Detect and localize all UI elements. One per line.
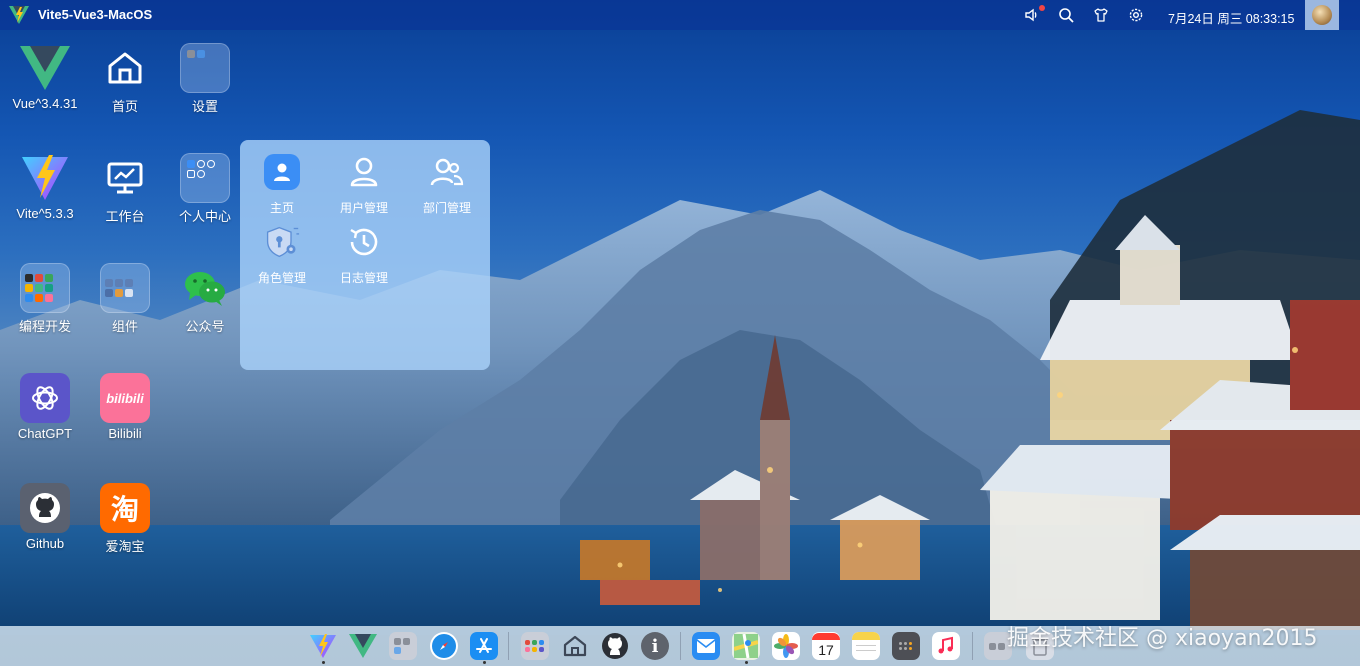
popup-item-log-management[interactable]: 日志管理 <box>323 212 405 285</box>
desktop-icon-label: Vite^5.3.3 <box>16 206 74 221</box>
desktop-icon-label: 编程开发 <box>18 319 71 334</box>
taobao-icon-text: 淘 <box>110 493 139 526</box>
dock-running-dot <box>483 661 486 664</box>
desktop-icon-label: 首页 <box>111 99 138 114</box>
dock-appstore-icon[interactable] <box>470 632 498 660</box>
history-clock-icon <box>346 224 382 260</box>
popup-item-role-management[interactable]: 角色管理 <box>241 212 323 285</box>
vite-logo-icon <box>20 153 70 203</box>
desktop-icon-profile-folder[interactable]: 个人中心 <box>165 143 245 243</box>
settings-gear-icon[interactable] <box>1128 7 1144 23</box>
folder-icon <box>100 263 150 313</box>
dock-maps-icon[interactable] <box>732 632 760 660</box>
watermark-text: 掘金技术社区 @ xiaoyan2015 <box>1007 626 1318 651</box>
top-menubar: Vite5-Vue3-MacOS 7月24日 周三 08:33:15 <box>0 0 1360 30</box>
popup-item-label: 部门管理 <box>422 201 471 215</box>
dock-safari-icon[interactable] <box>430 632 458 660</box>
desktop-icon-label: Github <box>25 536 65 551</box>
dock-running-dot <box>322 661 325 664</box>
user-home-icon <box>264 154 300 190</box>
chatgpt-icon <box>20 373 70 423</box>
dock-separator <box>680 632 681 660</box>
dock-calendar-day: 17 <box>818 641 834 658</box>
dock-separator <box>972 632 973 660</box>
desktop-icon-label: Bilibili <box>108 426 142 441</box>
popup-item-department-management[interactable]: 部门管理 <box>406 142 488 215</box>
user-icon <box>346 154 382 190</box>
volume-icon[interactable] <box>1024 7 1040 23</box>
desktop-icon-label: 组件 <box>111 319 138 334</box>
shield-role-icon <box>264 224 300 260</box>
bilibili-icon: bilibili <box>100 373 150 423</box>
folder-icon <box>20 263 70 313</box>
app-title: Vite5-Vue3-MacOS <box>38 7 153 22</box>
desktop-icon-github[interactable]: Github <box>5 473 85 573</box>
desktop-icon-wechat-official[interactable]: 公众号 <box>165 253 245 353</box>
desktop-icon-label: 公众号 <box>185 319 225 334</box>
desktop-icon-vue[interactable]: Vue^3.4.31 <box>5 33 85 133</box>
dock-separator <box>508 632 509 660</box>
desktop-icon-vite[interactable]: Vite^5.3.3 <box>5 143 85 243</box>
desktop-icon-programming-folder[interactable]: 编程开发 <box>5 253 85 353</box>
dock-info-icon-text: i <box>651 635 659 657</box>
desktop-icon-settings-folder[interactable]: 设置 <box>165 33 245 133</box>
vite-logo-icon[interactable] <box>9 6 29 24</box>
monitor-chart-icon <box>100 153 150 203</box>
desktop-icon-home[interactable]: 首页 <box>85 33 165 133</box>
dock-mail-icon[interactable] <box>692 632 720 660</box>
dock-folder-icon[interactable] <box>389 632 417 660</box>
github-icon <box>20 483 70 533</box>
user-avatar[interactable] <box>1305 0 1339 30</box>
desktop-icon-label: 设置 <box>191 99 218 114</box>
popup-item-home[interactable]: 主页 <box>241 142 323 215</box>
home-icon <box>100 43 150 93</box>
popup-item-label: 角色管理 <box>257 271 306 285</box>
folder-icon <box>180 43 230 93</box>
dock-vite-icon[interactable] <box>309 632 337 660</box>
desktop-icon-taobao[interactable]: 淘 爱淘宝 <box>85 473 165 573</box>
bilibili-icon-text: bilibili <box>106 390 144 406</box>
vue-logo-icon <box>20 43 70 93</box>
users-group-icon <box>429 154 465 190</box>
desktop-icon-bilibili[interactable]: bilibili Bilibili <box>85 363 165 463</box>
dock-apps-folder-icon[interactable] <box>521 632 549 660</box>
notification-dot <box>1039 5 1045 11</box>
folder-popup: 主页 用户管理 部门管理 角色管理 日志管理 <box>240 140 490 370</box>
dock-calendar-icon[interactable]: 17 <box>812 632 840 660</box>
clock-datetime[interactable]: 7月24日 周三 08:33:15 <box>1168 8 1294 27</box>
search-icon[interactable] <box>1058 7 1074 23</box>
skin-icon[interactable] <box>1093 7 1109 23</box>
desktop-icon-chatgpt[interactable]: ChatGPT <box>5 363 85 463</box>
dock-calculator-icon[interactable] <box>892 632 920 660</box>
taobao-icon: 淘 <box>100 483 150 533</box>
dock-home-icon[interactable] <box>561 632 589 660</box>
desktop-icon-workbench[interactable]: 工作台 <box>85 143 165 243</box>
dock-github-icon[interactable] <box>601 632 629 660</box>
dock-photos-icon[interactable] <box>772 632 800 660</box>
popup-item-label: 日志管理 <box>339 271 388 285</box>
dock-vue-icon[interactable] <box>349 632 377 660</box>
dock-info-icon[interactable]: i <box>641 632 669 660</box>
dock-music-icon[interactable] <box>932 632 960 660</box>
desktop-icon-components-folder[interactable]: 组件 <box>85 253 165 353</box>
desktop-icon-label: Vue^3.4.31 <box>12 96 78 111</box>
folder-icon <box>180 153 230 203</box>
desktop-icon-label: ChatGPT <box>17 426 73 441</box>
wechat-icon <box>180 263 230 313</box>
desktop-icon-label: 爱淘宝 <box>105 539 145 554</box>
desktop-icon-label: 个人中心 <box>178 209 231 224</box>
popup-item-user-management[interactable]: 用户管理 <box>323 142 405 215</box>
dock-running-dot <box>745 661 748 664</box>
desktop-icon-label: 工作台 <box>105 209 145 224</box>
dock-notes-icon[interactable] <box>852 632 880 660</box>
